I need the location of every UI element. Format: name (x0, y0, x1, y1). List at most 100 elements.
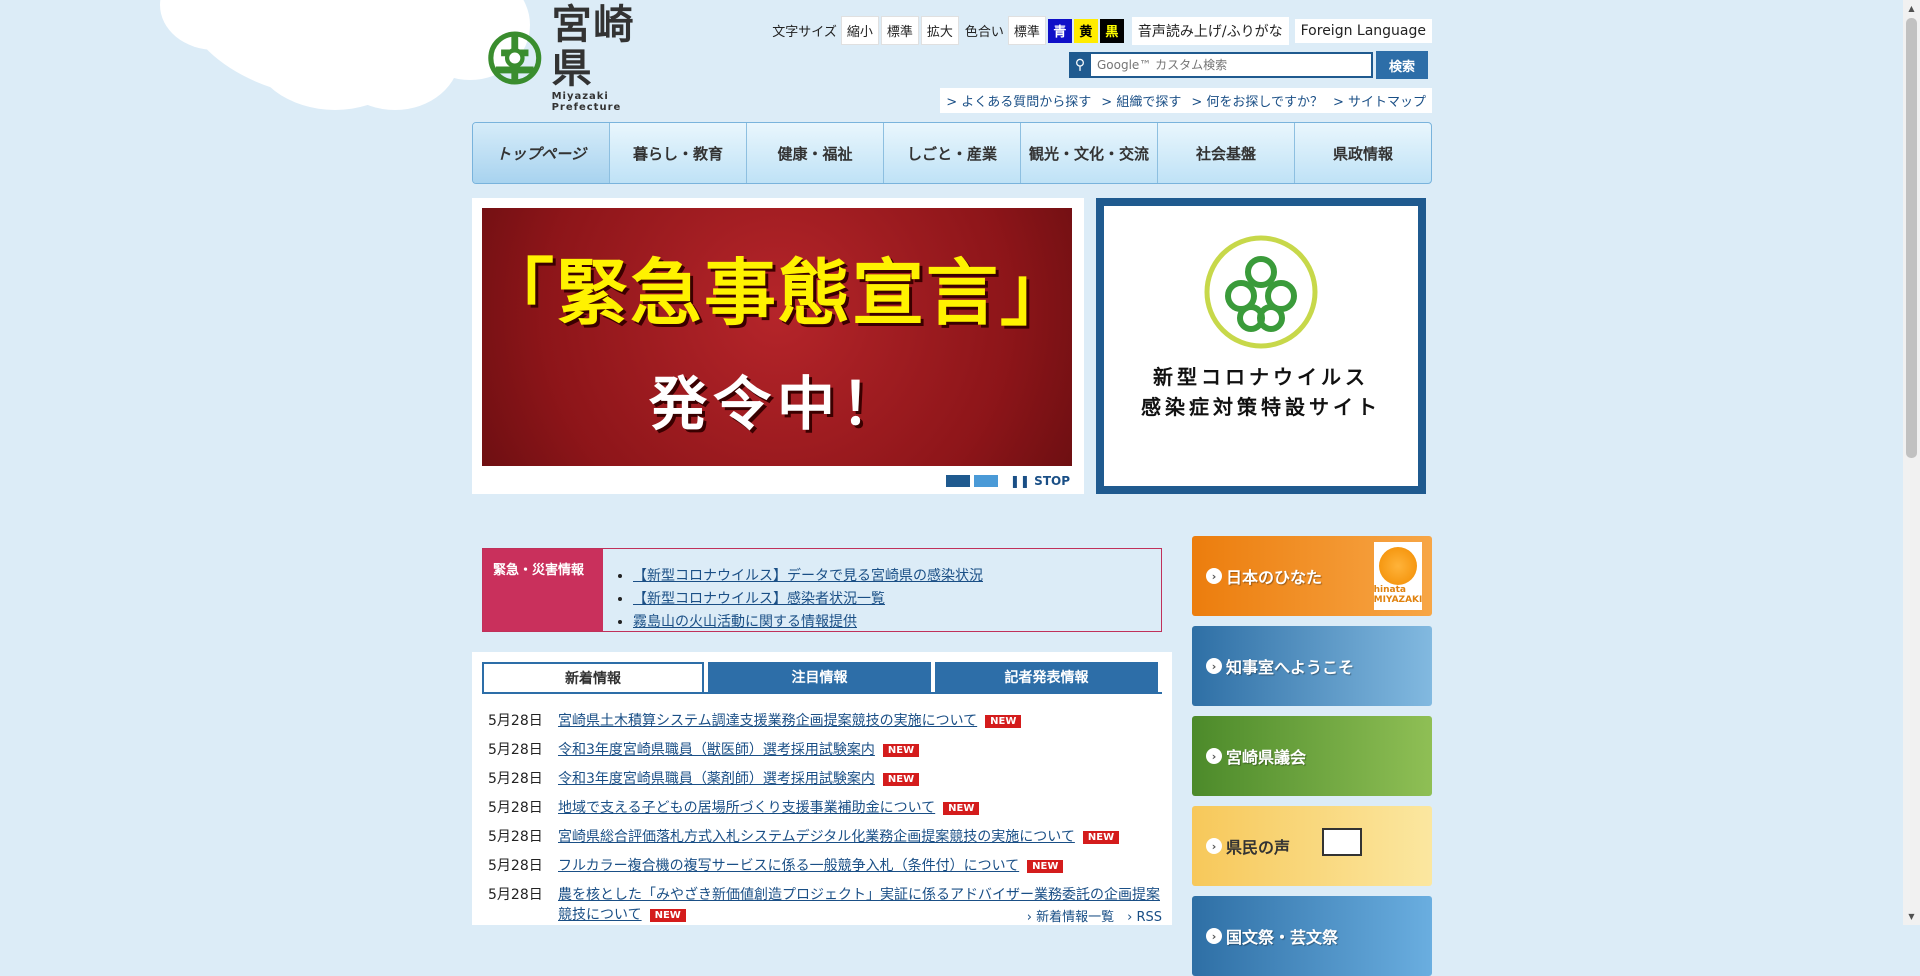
color-normal-button[interactable]: 標準 (1007, 16, 1046, 45)
banner-label: 知事室へようこそ (1226, 658, 1355, 677)
tab-underline (482, 692, 1162, 694)
corona-special-site-banner[interactable]: 新型コロナウイルス 感染症対策特設サイト (1096, 198, 1426, 494)
new-badge: NEW (943, 801, 980, 815)
banner-label: 県民の声 (1226, 838, 1291, 857)
banner-label: 宮崎県議会 (1226, 748, 1307, 767)
news-more-links[interactable]: › 新着情報一覧 › RSS (1027, 906, 1162, 925)
banner-hinata[interactable]: › 日本のひなた hinata MIYAZAKI (1192, 536, 1432, 616)
chevron-right-icon: › (1206, 928, 1222, 944)
news-list: 5月28日 宮崎県土木積算システム調達支援業務企画提案競技の実施について NEW 5… (488, 710, 1168, 933)
slider-stop-label: STOP (1034, 474, 1070, 488)
scroll-thumb[interactable] (1906, 18, 1917, 458)
faq-link[interactable]: > よくある質問から探す (946, 91, 1091, 110)
news-date: 5月28日 (488, 742, 543, 758)
font-size-label: 文字サイズ (772, 25, 837, 40)
font-normal-button[interactable]: 標準 (880, 16, 919, 45)
font-small-button[interactable]: 縮小 (840, 16, 879, 45)
news-link[interactable]: フルカラー複合機の複写サービスに係る一般競争入札（条件付）について (558, 858, 1019, 874)
organization-link[interactable]: > 組織で探す (1101, 91, 1181, 110)
slide-dot-1[interactable] (945, 475, 970, 487)
news-date: 5月28日 (488, 858, 543, 874)
envelope-icon (1322, 828, 1362, 856)
news-link[interactable]: 宮崎県土木積算システム調達支援業務企画提案競技の実施について (558, 713, 977, 729)
foreign-language-link[interactable]: Foreign Language (1294, 18, 1432, 43)
chevron-right-icon: › (1206, 568, 1222, 584)
voice-furigana-link[interactable]: 音声読み上げ/ふりがな (1131, 16, 1289, 45)
color-label: 色合い (964, 25, 1004, 40)
what-looking-for-link[interactable]: > 何をお探しですか？ (1191, 91, 1323, 110)
list-item: 5月28日 フルカラー複合機の複写サービスに係る一般競争入札（条件付）について NE… (488, 855, 1168, 875)
tab-featured-info[interactable]: 注目情報 (708, 662, 931, 692)
banner-label: 国文祭・芸文祭 (1226, 928, 1339, 947)
banner-label: 日本のひなた (1226, 568, 1323, 587)
search-button[interactable]: 検索 (1376, 51, 1428, 79)
tab-new-info[interactable]: 新着情報 (482, 662, 704, 692)
emergency-item: 【新型コロナウイルス】感染者状況一覧 (633, 588, 983, 608)
news-date: 5月28日 (488, 887, 543, 903)
list-item: 5月28日 令和3年度宮崎県職員（獣医師）選考採用試験案内 NEW (488, 739, 1168, 759)
slide-dot-2[interactable] (973, 475, 998, 487)
main-slider: 「緊急事態宣言」 発令中！ ❚❚ STOP (472, 198, 1084, 494)
chevron-right-icon: › (1206, 748, 1222, 764)
logo-subtitle: Miyazaki Prefecture (551, 91, 622, 113)
new-badge: NEW (882, 772, 920, 786)
news-link[interactable]: 宮崎県総合評価落札方式入札システムデジタル化業務企画提案競技の実施について (558, 829, 1075, 845)
emergency-link-1[interactable]: 【新型コロナウイルス】データで見る宮崎県の感染状況 (633, 568, 983, 584)
page-scrollbar[interactable]: ▲ ▼ (1903, 0, 1920, 925)
corona-title-line2: 感染症対策特設サイト (1141, 395, 1381, 419)
emergency-link-3[interactable]: 霧島山の火山活動に関する情報提供 (633, 614, 857, 630)
prefecture-emblem-icon (488, 31, 542, 85)
nav-prefectural-admin[interactable]: 県政情報 (1295, 123, 1431, 183)
banner-citizens-voice[interactable]: › 県民の声 (1192, 806, 1432, 886)
color-yellow-button[interactable]: 黄 (1073, 18, 1098, 43)
new-badge: NEW (882, 743, 920, 757)
nav-health-welfare[interactable]: 健康・福祉 (747, 123, 884, 183)
nav-living-education[interactable]: 暮らし・教育 (610, 123, 747, 183)
color-blue-button[interactable]: 青 (1047, 18, 1072, 43)
tab-press-release[interactable]: 記者発表情報 (935, 662, 1158, 692)
slide-subline: 発令中！ (648, 369, 905, 438)
scroll-down-icon[interactable]: ▼ (1903, 908, 1920, 925)
list-item: 5月28日 地域で支える子どもの居場所づくり支援事業補助金について NEW (488, 797, 1168, 817)
emergency-item: 霧島山の火山活動に関する情報提供 (633, 611, 983, 631)
list-item: 5月28日 宮崎県総合評価落札方式入札システムデジタル化業務企画提案競技の実施につ… (488, 826, 1168, 846)
page-container: 宮崎県 Miyazaki Prefecture 文字サイズ 縮小 標準 拡大 色… (472, 0, 1432, 976)
search-icon: ⚲ (1069, 52, 1091, 78)
nav-work-industry[interactable]: しごと・産業 (884, 123, 1021, 183)
corona-title-line1: 新型コロナウイルス (1153, 365, 1369, 389)
search-bar: ⚲ 検索 (1069, 51, 1428, 79)
list-item: 5月28日 宮崎県土木積算システム調達支援業務企画提案競技の実施について NEW (488, 710, 1168, 730)
sitemap-link[interactable]: > サイトマップ (1333, 91, 1426, 110)
quick-links: > よくある質問から探す > 組織で探す > 何をお探しですか？ > サイトマッ… (940, 88, 1432, 113)
news-panel: 新着情報 注目情報 記者発表情報 5月28日 宮崎県土木積算システム調達支援業務企… (472, 652, 1172, 925)
font-large-button[interactable]: 拡大 (920, 16, 959, 45)
news-date: 5月28日 (488, 713, 543, 729)
nav-tourism-culture[interactable]: 観光・文化・交流 (1021, 123, 1158, 183)
banner-prefectural-assembly[interactable]: › 宮崎県議会 (1192, 716, 1432, 796)
emergency-heading: 緊急・災害情報 (483, 549, 603, 631)
banner-governor-office[interactable]: › 知事室へようこそ (1192, 626, 1432, 706)
site-logo[interactable]: 宮崎県 Miyazaki Prefecture (484, 3, 664, 113)
nav-top[interactable]: トップページ (473, 123, 610, 183)
new-badge: NEW (1027, 859, 1064, 873)
banner-culture-festival[interactable]: › 国文祭・芸文祭 (1192, 896, 1432, 976)
slider-stop-button[interactable]: ❚❚ STOP (1010, 474, 1070, 488)
list-item: 5月28日 令和3年度宮崎県職員（薬剤師）選考採用試験案内 NEW (488, 768, 1168, 788)
scroll-up-icon[interactable]: ▲ (1903, 0, 1920, 17)
hinata-badge-text: hinata MIYAZAKI (1373, 585, 1423, 605)
emergency-declaration-slide[interactable]: 「緊急事態宣言」 発令中！ (482, 208, 1072, 466)
nav-infrastructure[interactable]: 社会基盤 (1158, 123, 1295, 183)
color-black-button[interactable]: 黒 (1099, 18, 1124, 43)
news-date: 5月28日 (488, 829, 543, 845)
emergency-link-2[interactable]: 【新型コロナウイルス】感染者状況一覧 (633, 591, 885, 607)
chevron-right-icon: › (1206, 838, 1222, 854)
hinata-logo: hinata MIYAZAKI (1374, 542, 1422, 610)
news-link[interactable]: 令和3年度宮崎県職員（獣医師）選考採用試験案内 (558, 742, 875, 758)
news-date: 5月28日 (488, 771, 543, 787)
corona-emblem-icon (1204, 235, 1318, 349)
news-link[interactable]: 地域で支える子どもの居場所づくり支援事業補助金について (558, 800, 935, 816)
news-link[interactable]: 令和3年度宮崎県職員（薬剤師）選考採用試験案内 (558, 771, 875, 787)
search-input[interactable] (1091, 52, 1373, 78)
logo-title: 宮崎県 (551, 1, 636, 92)
chevron-right-icon: › (1206, 658, 1222, 674)
